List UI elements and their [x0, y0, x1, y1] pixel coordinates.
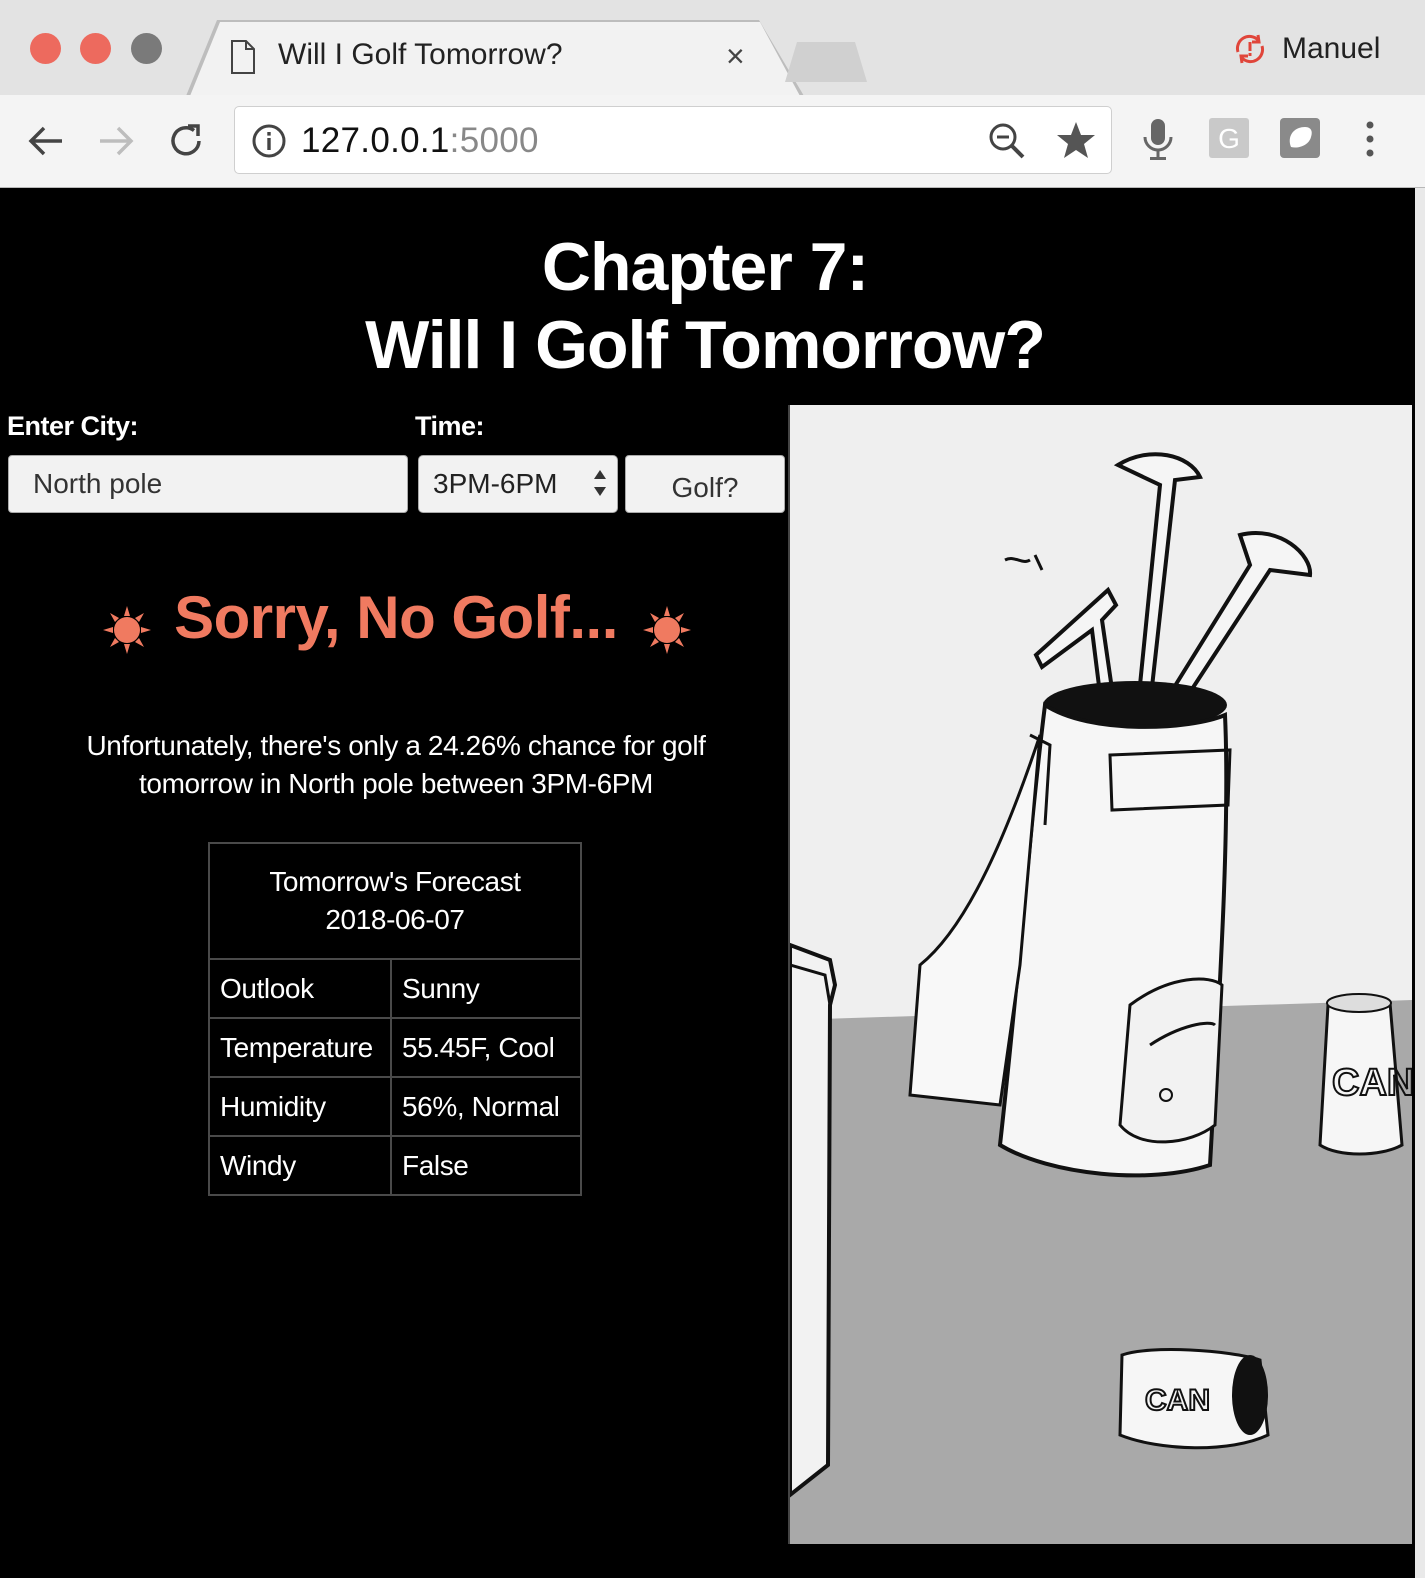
url-port: :5000: [449, 121, 539, 160]
table-row: Temperature 55.45F, Cool: [208, 1017, 582, 1078]
maximize-window-button[interactable]: [131, 33, 162, 64]
back-arrow-icon: [28, 126, 62, 156]
time-select[interactable]: 3PM-6PM: [418, 455, 618, 513]
reload-icon: [171, 124, 201, 156]
forecast-label: Windy: [208, 1135, 392, 1196]
svg-text:G: G: [1218, 123, 1240, 154]
info-icon[interactable]: [251, 123, 287, 159]
golf-bag-illustration: CAN CAN: [788, 405, 1412, 1544]
can-label-floor: CAN: [1145, 1384, 1210, 1417]
forecast-title: Tomorrow's Forecast: [269, 866, 521, 897]
forecast-date: 2018-06-07: [325, 904, 465, 935]
page-icon: [231, 40, 255, 74]
chance-message-line2: tomorrow in North pole between 3PM-6PM: [139, 768, 653, 799]
new-tab-button[interactable]: [785, 42, 867, 82]
forecast-value: 55.45F, Cool: [390, 1017, 582, 1078]
forecast-header: Tomorrow's Forecast 2018-06-07: [208, 842, 582, 960]
zoom-out-icon[interactable]: [987, 121, 1027, 161]
forecast-label: Humidity: [208, 1076, 392, 1137]
sync-error-icon[interactable]: [1232, 32, 1268, 66]
google-extension-icon[interactable]: G: [1208, 117, 1250, 159]
table-row: Windy False: [208, 1135, 582, 1196]
page-title-line2: Will I Golf Tomorrow?: [365, 307, 1046, 383]
table-row: Humidity 56%, Normal: [208, 1076, 582, 1137]
toolbar: 127.0.0.1:5000 G: [0, 95, 1425, 188]
golf-form-panel: Enter City: Time: 3PM-6PM Golf? Sorry, N…: [4, 405, 788, 1578]
golf-button[interactable]: Golf?: [625, 455, 785, 513]
page-content: Chapter 7: Will I Golf Tomorrow? Enter C…: [0, 188, 1425, 1578]
address-bar[interactable]: 127.0.0.1:5000: [234, 106, 1112, 174]
profile-name[interactable]: Manuel: [1282, 32, 1380, 66]
forecast-value: 56%, Normal: [390, 1076, 582, 1137]
golf-bag-drawing: CAN CAN: [790, 452, 1412, 1544]
forecast-value: Sunny: [390, 958, 582, 1019]
page-title: Chapter 7: Will I Golf Tomorrow?: [0, 228, 1410, 384]
browser-chrome: Will I Golf Tomorrow? × Manuel 127.0.0.1…: [0, 0, 1425, 188]
table-row: Outlook Sunny: [208, 958, 582, 1019]
chance-message-line1: Unfortunately, there's only a 24.26% cha…: [86, 730, 706, 761]
select-arrows-icon: [594, 470, 606, 496]
tab-close-icon[interactable]: ×: [726, 40, 745, 72]
forecast-label: Temperature: [208, 1017, 392, 1078]
forecast-label: Outlook: [208, 958, 392, 1019]
city-input[interactable]: [8, 455, 408, 513]
reload-button[interactable]: [163, 117, 211, 165]
close-window-button[interactable]: [30, 33, 61, 64]
back-button[interactable]: [22, 117, 70, 165]
forecast-value: False: [390, 1135, 582, 1196]
url-host: 127.0.0.1: [301, 121, 450, 160]
tab-title: Will I Golf Tomorrow?: [278, 38, 563, 71]
forward-arrow-icon: [100, 126, 134, 156]
tab-strip: Will I Golf Tomorrow? × Manuel: [0, 0, 1425, 96]
page-title-line1: Chapter 7:: [541, 229, 869, 305]
minimize-window-button[interactable]: [80, 33, 111, 64]
bookmark-star-icon[interactable]: [1055, 119, 1097, 161]
microphone-icon[interactable]: [1140, 117, 1176, 163]
extension-icon[interactable]: [1279, 117, 1321, 159]
url-text: 127.0.0.1:5000: [301, 121, 539, 161]
city-label: Enter City:: [7, 411, 139, 441]
can-label-right: CAN: [1332, 1062, 1412, 1104]
forward-button[interactable]: [92, 117, 140, 165]
menu-kebab-icon[interactable]: [1360, 117, 1380, 161]
time-select-value: 3PM-6PM: [433, 468, 558, 499]
time-label: Time:: [415, 411, 485, 441]
sun-icon-right: [643, 606, 691, 654]
chance-message: Unfortunately, there's only a 24.26% cha…: [44, 727, 748, 803]
forecast-table: Tomorrow's Forecast 2018-06-07 Outlook S…: [208, 842, 582, 1196]
